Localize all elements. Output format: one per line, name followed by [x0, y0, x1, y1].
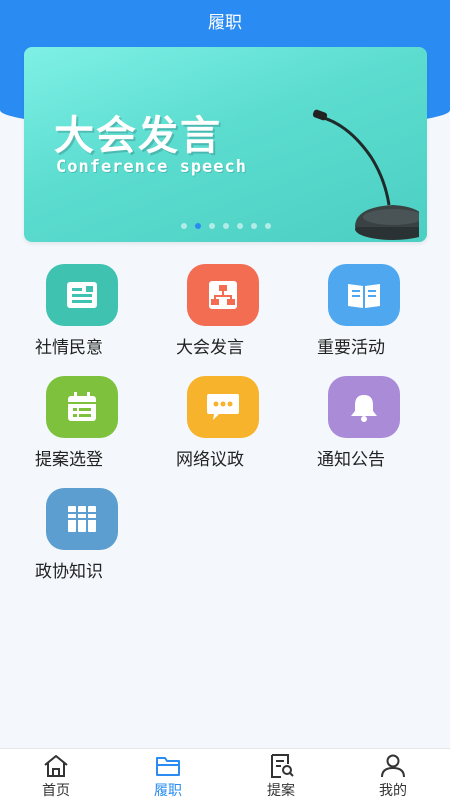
calendar-list-icon: [46, 376, 118, 438]
folder-icon: [156, 757, 180, 776]
tab-wode[interactable]: 我的: [337, 749, 449, 801]
tile-tongzhi-gonggao[interactable]: 通知公告: [307, 374, 437, 474]
microphone-icon: [312, 109, 419, 240]
user-icon: [381, 754, 405, 778]
tile-dahui-fayan[interactable]: 大会发言: [166, 262, 296, 362]
carousel-indicator: [24, 223, 427, 229]
tile-tian-xuandeng[interactable]: 提案选登: [25, 374, 155, 474]
tile-zhongyao-huodong[interactable]: 重要活动: [307, 262, 437, 362]
banner-title: 大会发言: [54, 113, 222, 159]
tile-label: 网络议政: [176, 450, 244, 470]
tile-zhengxie-zhishi[interactable]: 政协知识: [25, 486, 155, 586]
carousel-dot[interactable]: [264, 223, 271, 229]
carousel-dot[interactable]: [250, 223, 257, 229]
tile-wangluo-yizheng[interactable]: 网络议政: [166, 374, 296, 474]
tile-label: 通知公告: [317, 450, 385, 470]
tab-label: 我的: [379, 783, 407, 799]
bell-icon: [328, 376, 400, 438]
hierarchy-icon: [187, 264, 259, 326]
tab-label: 首页: [42, 783, 70, 799]
carousel-dot[interactable]: [194, 223, 201, 229]
carousel-dot[interactable]: [222, 223, 229, 229]
tile-label: 重要活动: [317, 338, 385, 358]
page-title: 履职: [208, 13, 242, 33]
book-icon: [328, 264, 400, 326]
tab-label: 履职: [154, 783, 182, 799]
home-icon: [44, 755, 68, 777]
tile-label: 政协知识: [35, 562, 103, 582]
tab-lvzhi[interactable]: 履职: [112, 749, 224, 801]
carousel-dot[interactable]: [208, 223, 215, 229]
document-icon: [46, 264, 118, 326]
tab-label: 提案: [267, 783, 295, 799]
tile-sheqing-minyi[interactable]: 社情民意: [25, 262, 155, 362]
tab-tian[interactable]: 提案: [225, 749, 337, 801]
bottom-tab-bar: 首页 履职 提案 我的: [0, 748, 450, 801]
carousel-dot[interactable]: [236, 223, 243, 229]
banner-carousel[interactable]: 大会发言 Conference speech: [24, 47, 427, 242]
chat-bubble-icon: [187, 376, 259, 438]
carousel-dot[interactable]: [180, 223, 187, 229]
binders-icon: [46, 488, 118, 550]
tab-home[interactable]: 首页: [0, 749, 112, 801]
tile-label: 提案选登: [35, 450, 103, 470]
tile-label: 大会发言: [176, 338, 244, 358]
tile-label: 社情民意: [35, 338, 103, 358]
banner-subtitle: Conference speech: [56, 157, 247, 177]
document-search-icon: [271, 754, 294, 778]
